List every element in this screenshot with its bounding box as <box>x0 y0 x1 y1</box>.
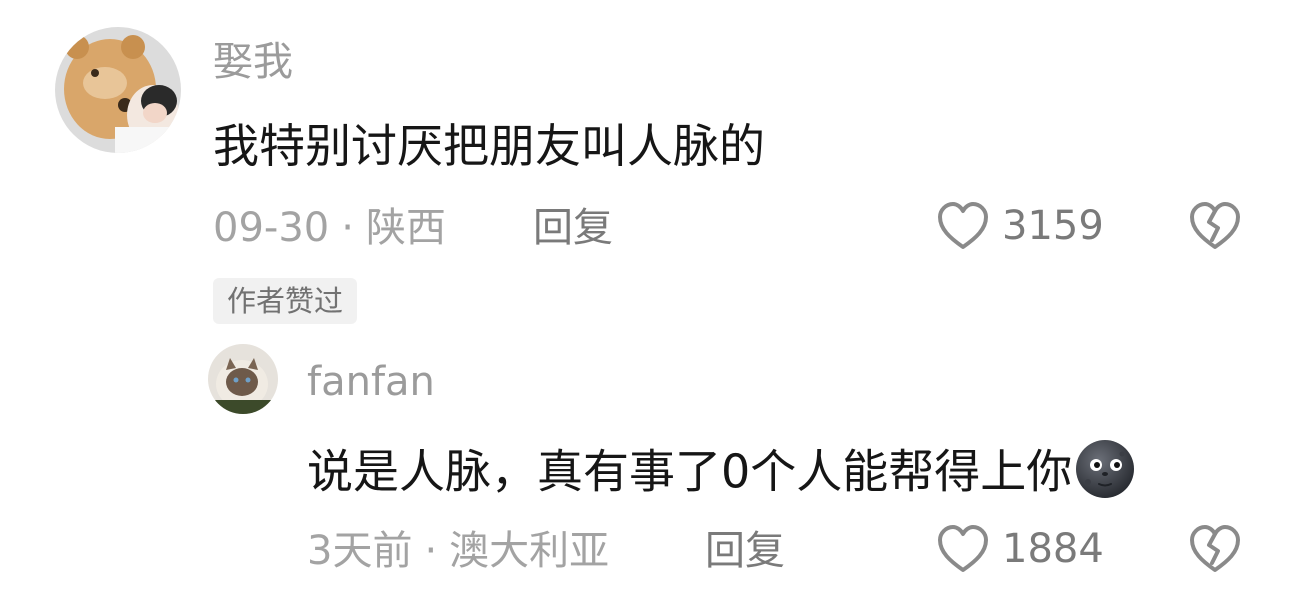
broken-heart-icon <box>1190 202 1240 249</box>
reply-location: 澳大利亚 <box>449 528 610 574</box>
comment-username[interactable]: 娶我 <box>213 38 293 86</box>
reply-like-button[interactable]: 1884 <box>936 523 1104 575</box>
like-button[interactable]: 3159 <box>936 200 1104 252</box>
reply-reply-button[interactable]: 回复 <box>705 527 785 575</box>
reply-dislike-button[interactable] <box>1188 523 1242 579</box>
new-moon-face-icon <box>1074 438 1136 512</box>
meta-separator: · <box>341 205 354 251</box>
reply-avatar[interactable] <box>208 344 278 414</box>
comment-location: 陕西 <box>365 205 446 251</box>
author-liked-badge: 作者赞过 <box>213 278 358 324</box>
avatar[interactable] <box>55 27 181 153</box>
meta-separator: · <box>424 528 438 574</box>
like-count: 3159 <box>1002 203 1104 249</box>
reply-date: 3天前 <box>307 528 413 574</box>
heart-icon <box>938 202 988 249</box>
dislike-button[interactable] <box>1188 200 1242 256</box>
reply-button[interactable]: 回复 <box>533 204 613 252</box>
comment-meta: 09-30 · 陕西 <box>213 204 446 252</box>
heart-icon <box>938 525 988 572</box>
reply-like-count: 1884 <box>1002 526 1104 572</box>
reply-username[interactable]: fanfan <box>307 358 435 406</box>
reply-text-content: 说是人脉，真有事了0个人能帮得上你 <box>307 444 1073 499</box>
comment-text: 我特别讨厌把朋友叫人脉的 <box>213 119 765 173</box>
reply-meta: 3天前 · 澳大利亚 <box>307 527 609 575</box>
reply-text: 说是人脉，真有事了0个人能帮得上你 <box>307 438 1136 512</box>
comment-date: 09-30 <box>213 205 330 251</box>
broken-heart-icon <box>1190 525 1240 572</box>
comment-thread: 娶我 我特别讨厌把朋友叫人脉的 09-30 · 陕西 回复 3159 作者赞过 fa… <box>0 0 1308 612</box>
